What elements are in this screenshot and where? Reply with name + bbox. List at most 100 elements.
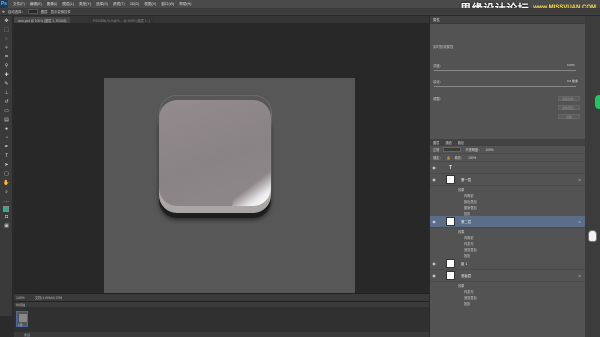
layer-name[interactable]: 底板层 (461, 273, 471, 278)
tab-paths[interactable]: 路径 (458, 140, 464, 145)
marquee-icon[interactable]: ⬚ (2, 26, 11, 34)
frame-delay[interactable]: 0 秒 (18, 323, 23, 327)
menu-layer[interactable]: 图层(L) (62, 2, 74, 7)
timeline-loop[interactable]: 永远 (14, 332, 429, 337)
eye-icon[interactable]: ◉ (430, 177, 438, 182)
menu-file[interactable]: 文件(F) (13, 2, 25, 7)
layer-second[interactable]: ◉ 第二层 fx (430, 216, 585, 228)
tab-layers[interactable]: 图层 (433, 140, 439, 145)
brush-icon[interactable]: ✎ (2, 80, 11, 88)
properties-tab[interactable]: 属性 (433, 17, 440, 22)
menu-view[interactable]: 视图(V) (144, 2, 156, 7)
dodge-icon[interactable]: ◔ (2, 134, 11, 142)
layer-name[interactable]: 组 1 (461, 261, 467, 266)
fx-icon[interactable]: fx (579, 178, 581, 182)
magic-wand-icon[interactable]: ✧ (2, 44, 11, 52)
opacity-value[interactable]: 100% (485, 148, 493, 152)
layer-thumbnail (446, 217, 455, 226)
layer-group[interactable]: ◉ 组 1 (430, 258, 585, 270)
layer-first[interactable]: ◉ 第一层 fx (430, 174, 585, 186)
foreground-color-swatch[interactable] (3, 206, 9, 212)
blend-mode-dropdown[interactable]: 正常 (433, 147, 439, 152)
feather-slider[interactable] (434, 86, 576, 87)
mask-edge-button[interactable]: 蒙版边缘... (558, 96, 580, 101)
lock-row: 锁定： 🔒 填充： 100% (430, 154, 585, 162)
auto-select-label[interactable]: 自动选择： (8, 9, 25, 14)
history-brush-icon[interactable]: ↺ (2, 98, 11, 106)
healing-icon[interactable]: ✚ (2, 71, 11, 79)
panel-dock (585, 16, 600, 337)
layer-name[interactable]: 第一层 (461, 177, 471, 182)
photoshop-logo: Ps (0, 0, 8, 8)
fill-label: 填充： (454, 156, 465, 160)
eye-icon[interactable]: ◉ (430, 165, 438, 170)
frame-thumbnail (19, 314, 27, 322)
options-bar: ✥ 自动选择： 图层 显示变换控件 (0, 8, 600, 16)
color-range-button[interactable]: 颜色范围... (558, 105, 580, 110)
stamp-icon[interactable]: ⊥ (2, 89, 11, 97)
lock-label: 锁定： (433, 156, 443, 160)
auto-select-target-dropdown[interactable] (27, 9, 38, 14)
text-layer-icon: T (448, 164, 453, 171)
invert-button[interactable]: 反相 (558, 114, 580, 119)
quick-mask-icon[interactable]: ◘ (2, 213, 11, 221)
auto-select-target: 图层 (40, 10, 48, 14)
path-select-icon[interactable]: ➤ (2, 161, 11, 169)
tab-channels[interactable]: 通道 (445, 140, 451, 145)
hand-icon[interactable]: ✋ (2, 179, 11, 187)
crop-icon[interactable]: ⌗ (2, 53, 11, 61)
fx-icon[interactable]: fx (579, 220, 581, 224)
menu-image[interactable]: 图像(I) (47, 2, 58, 7)
layer-name[interactable]: 第二层 (461, 219, 471, 224)
eye-icon[interactable]: ◉ (430, 261, 438, 266)
icon-shine (231, 162, 271, 206)
pen-icon[interactable]: ✒ (2, 143, 11, 151)
eraser-icon[interactable]: ▭ (2, 107, 11, 115)
density-label: 浓度： (433, 64, 444, 68)
move-icon[interactable]: ✥ (2, 17, 11, 25)
menu-select[interactable]: 选择(S) (96, 2, 108, 7)
opacity-label: 不透明度： (465, 148, 482, 152)
menu-edit[interactable]: 编辑(E) (30, 2, 42, 7)
more-tools-icon[interactable]: … (2, 197, 11, 205)
timeline-frame[interactable]: 0 秒 (16, 311, 28, 327)
menu-type[interactable]: 类型(Y) (79, 2, 91, 7)
feather-label: 羽化： (433, 80, 444, 84)
menu-filter[interactable]: 滤镜(T) (113, 2, 125, 7)
lock-icon[interactable]: 🔒 (447, 156, 451, 160)
move-tool-icon[interactable]: ✥ (2, 10, 5, 14)
layer-thumbnail (446, 271, 455, 280)
show-transform-checkbox[interactable]: 显示变换控件 (51, 9, 71, 14)
menu-help[interactable]: 帮助(H) (179, 2, 191, 7)
eye-icon[interactable]: ◉ (430, 219, 438, 224)
zoom-icon[interactable]: ⌕ (2, 188, 11, 196)
document-tabs: icon.psd @ 100% (图层 1, RGB/8) PS0053b.%-… (14, 16, 429, 23)
layers-tabs: 图层 通道 路径 (430, 139, 585, 146)
menu-3d[interactable]: 3D(D) (130, 2, 140, 6)
document-size: 文档:1.60M/4.37M (34, 296, 63, 300)
density-value[interactable]: 100% (567, 63, 575, 67)
feather-value[interactable]: 0.0 像素 (567, 79, 578, 83)
fx-icon[interactable]: fx (579, 274, 581, 278)
eye-icon[interactable]: ◉ (430, 273, 438, 278)
density-slider[interactable] (434, 70, 576, 71)
layer-base[interactable]: ◉ 底板层 fx (430, 270, 585, 282)
menu-window[interactable]: 窗口(W) (161, 2, 174, 7)
zoom-level[interactable]: 100% (16, 296, 25, 300)
layer-thumbnail (446, 175, 455, 184)
folder-icon (446, 259, 455, 268)
hand-cursor-icon (588, 230, 597, 242)
blend-mode-box[interactable] (443, 147, 462, 152)
blend-row: 正常 不透明度： 100% (430, 146, 585, 154)
gradient-icon[interactable]: ▤ (2, 116, 11, 124)
type-icon[interactable]: T (2, 152, 11, 160)
eyedropper-icon[interactable]: ⚲ (2, 62, 11, 70)
effect-item[interactable]: 投影 (430, 300, 585, 306)
shape-icon[interactable]: ▢ (2, 170, 11, 178)
screen-mode-icon[interactable]: ▣ (2, 222, 11, 230)
lasso-icon[interactable]: ◌ (2, 35, 11, 43)
green-indicator[interactable] (595, 95, 600, 109)
blur-icon[interactable]: ● (2, 125, 11, 133)
fill-value[interactable]: 100% (468, 156, 476, 160)
layer-text[interactable]: ◉ T (430, 162, 585, 174)
